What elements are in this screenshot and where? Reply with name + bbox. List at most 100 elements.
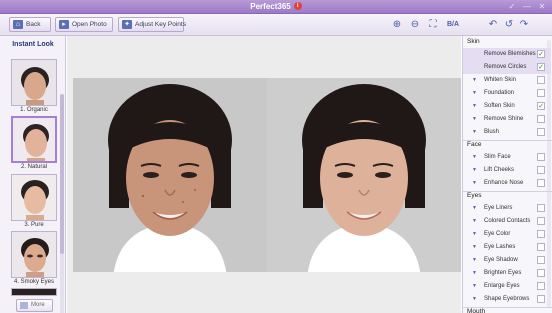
more-label: More (31, 302, 45, 308)
adjust-item-shape-eyebrows[interactable]: ▼ Shape Eyebrows (463, 293, 551, 306)
expand-arrow-icon[interactable]: ▼ (472, 244, 477, 250)
expand-arrow-icon[interactable]: ▼ (472, 154, 477, 160)
look-label: 1. Organic (20, 107, 48, 113)
adjust-item-eye-lashes[interactable]: ▼ Eye Lashes (463, 241, 551, 254)
adjust-item-label: Slim Face (484, 154, 511, 160)
look-organic[interactable]: 1. Organic (11, 59, 57, 113)
fit-icon[interactable]: ⛶ (427, 19, 439, 30)
more-button[interactable]: More (16, 299, 53, 312)
minimize-icon[interactable]: — (522, 2, 532, 11)
adjust-key-points-label: Adjust Key Points (135, 21, 186, 28)
redo-icon[interactable]: ↷ (518, 19, 530, 30)
adjust-item-remove-blemishes[interactable]: Remove Blemishes ✓ (463, 48, 551, 61)
adjust-item-label: Whiten Skin (484, 77, 517, 83)
zoom-out-icon[interactable]: ⊖ (409, 19, 421, 30)
adjust-item-checkbox[interactable] (537, 230, 545, 238)
minimize-to-tray-icon[interactable]: ✓ (507, 2, 517, 11)
face-thumbnail-icon (12, 232, 56, 277)
adjust-item-eye-color[interactable]: ▼ Eye Color (463, 228, 551, 241)
photo-canvas (67, 36, 461, 313)
look-list-scrollbar[interactable] (60, 94, 64, 313)
portrait-after-image (267, 78, 461, 272)
undo-icon[interactable]: ↶ (487, 19, 499, 30)
adjust-item-enhance-nose[interactable]: ▼ Enhance Nose (463, 177, 551, 190)
open-photo-button[interactable]: ▸ Open Photo (55, 17, 113, 32)
adjust-item-colored-contacts[interactable]: ▼ Colored Contacts (463, 215, 551, 228)
adjust-item-label: Enhance Nose (484, 180, 524, 186)
adjust-item-checkbox[interactable] (537, 217, 545, 225)
section-title-mouth: Mouth (467, 308, 486, 313)
home-icon: ⌂ (13, 20, 23, 29)
adjust-item-enlarge-eyes[interactable]: ▼ Enlarge Eyes (463, 280, 551, 293)
look-thumbnail (11, 116, 57, 163)
expand-arrow-icon[interactable]: ▼ (472, 167, 477, 173)
close-icon[interactable]: ✕ (537, 2, 547, 11)
adjust-item-checkbox[interactable] (537, 128, 545, 136)
adjust-item-checkbox[interactable] (537, 204, 545, 212)
expand-arrow-icon[interactable]: ▼ (472, 116, 477, 122)
window-title: Perfect365 (250, 2, 291, 11)
adjust-item-checkbox[interactable] (537, 243, 545, 251)
expand-arrow-icon[interactable]: ▼ (472, 103, 477, 109)
adjust-item-remove-circles[interactable]: Remove Circles ✓ (463, 61, 551, 74)
before-photo[interactable] (73, 78, 267, 272)
adjust-item-checkbox[interactable] (537, 256, 545, 264)
adjust-item-blush[interactable]: ▼ Blush (463, 126, 551, 139)
adjust-key-points-button[interactable]: ✦ Adjust Key Points (118, 17, 186, 32)
expand-arrow-icon[interactable]: ▼ (472, 231, 477, 237)
zoom-in-icon[interactable]: ⊕ (391, 19, 403, 30)
look-next-partial[interactable] (11, 288, 57, 296)
adjust-item-soften-skin[interactable]: ▼ Soften Skin ✓ (463, 100, 551, 113)
adjust-item-whiten-skin[interactable]: ▼ Whiten Skin (463, 74, 551, 87)
adjust-item-checkbox[interactable] (537, 166, 545, 174)
adjust-item-checkbox[interactable]: ✓ (537, 50, 545, 58)
adjust-item-checkbox[interactable] (537, 89, 545, 97)
adjust-item-checkbox[interactable] (537, 153, 545, 161)
info-icon[interactable]: i (293, 2, 302, 10)
look-thumbnail (11, 174, 57, 221)
before-after-toggle[interactable]: B/A (445, 19, 461, 30)
adjust-item-checkbox[interactable] (537, 179, 545, 187)
scrollbar-thumb[interactable] (60, 94, 64, 254)
undo-step-icon[interactable]: ↺ (503, 19, 515, 30)
adjust-item-checkbox[interactable] (537, 76, 545, 84)
face-thumbnail-icon (12, 175, 56, 220)
back-button[interactable]: ⌂ Back (9, 17, 51, 32)
look-smoky-eyes[interactable]: 4. Smoky Eyes (11, 231, 57, 285)
section-title-skin: Skin (467, 38, 480, 45)
adjust-item-checkbox[interactable] (537, 295, 545, 303)
expand-arrow-icon[interactable]: ▼ (472, 129, 477, 135)
adjust-item-eye-shadow[interactable]: ▼ Eye Shadow (463, 254, 551, 267)
instant-look-panel: Instant Look 1. Organic 2. Natural 3. Pu… (0, 36, 66, 313)
expand-arrow-icon[interactable]: ▼ (472, 296, 477, 302)
expand-arrow-icon[interactable]: ▼ (472, 90, 477, 96)
expand-arrow-icon[interactable]: ▼ (472, 205, 477, 211)
adjust-item-checkbox[interactable]: ✓ (537, 102, 545, 110)
adjust-item-remove-shine[interactable]: ▼ Remove Shine (463, 113, 551, 126)
expand-arrow-icon[interactable]: ▼ (472, 283, 477, 289)
adjust-item-checkbox[interactable]: ✓ (537, 63, 545, 71)
adjust-item-label: Shape Eyebrows (484, 296, 530, 302)
adjust-item-checkbox[interactable] (537, 115, 545, 123)
expand-arrow-icon[interactable]: ▼ (472, 180, 477, 186)
expand-arrow-icon[interactable]: ▼ (472, 257, 477, 263)
look-thumbnail (11, 231, 57, 278)
adjust-item-label: Remove Shine (484, 116, 524, 122)
after-photo[interactable] (267, 78, 461, 272)
look-thumbnail (11, 59, 57, 106)
adjust-item-checkbox[interactable] (537, 282, 545, 290)
adjust-item-label: Eye Color (484, 231, 511, 237)
adjust-item-eye-liners[interactable]: ▼ Eye Liners (463, 202, 551, 215)
adjust-item-slim-face[interactable]: ▼ Slim Face (463, 151, 551, 164)
expand-arrow-icon[interactable]: ▼ (472, 77, 477, 83)
expand-arrow-icon[interactable]: ▼ (472, 270, 477, 276)
adjust-item-checkbox[interactable] (537, 269, 545, 277)
adjust-item-foundation[interactable]: ▼ Foundation (463, 87, 551, 100)
section-title-face: Face (467, 141, 482, 148)
look-natural[interactable]: 2. Natural (11, 116, 57, 170)
expand-arrow-icon[interactable]: ▼ (472, 218, 477, 224)
adjust-item-brighten-eyes[interactable]: ▼ Brighten Eyes (463, 267, 551, 280)
adjust-item-lift-cheeks[interactable]: ▼ Lift Cheeks (463, 164, 551, 177)
adjust-item-label: Blush (484, 129, 500, 135)
look-pure[interactable]: 3. Pure (11, 174, 57, 228)
